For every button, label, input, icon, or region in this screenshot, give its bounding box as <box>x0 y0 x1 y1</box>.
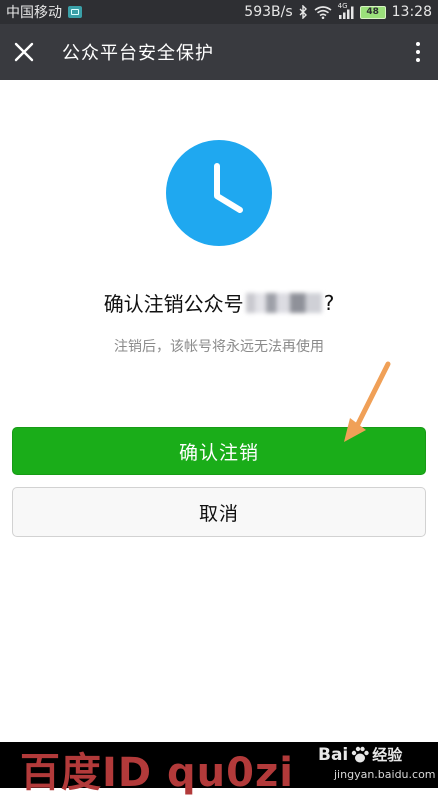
network-type: 4G <box>337 1 348 10</box>
watermark-text: 百度ID qu0zi <box>20 750 294 796</box>
close-button[interactable] <box>2 24 46 80</box>
clock-icon <box>166 140 272 246</box>
baidu-url-text: jingyan.baidu.com <box>334 768 436 781</box>
paw-icon <box>352 746 369 762</box>
carrier-name: 中国移动 <box>6 5 62 21</box>
headline-suffix: ? <box>323 290 335 315</box>
battery-icon: 48 <box>359 5 386 19</box>
bluetooth-icon <box>299 5 308 19</box>
network-speed: 593B/s <box>244 4 293 20</box>
cancel-button[interactable]: 取消 <box>12 487 426 537</box>
confirm-headline: 确认注销公众号 ? <box>0 288 438 317</box>
battery-level: 48 <box>366 7 379 17</box>
more-vertical-icon <box>416 42 420 62</box>
signal-icon: 4G <box>338 2 354 19</box>
close-icon <box>14 42 34 62</box>
warning-subtext: 注销后，该帐号将永远无法再使用 <box>114 339 324 355</box>
baidu-jingyan-logo: Bai 经验 <box>318 744 402 765</box>
redacted-account-name <box>245 292 322 313</box>
headline-prefix: 确认注销公众号 <box>103 292 244 316</box>
status-time: 13:28 <box>391 4 432 20</box>
arrow-annotation-icon <box>344 361 391 442</box>
jingyan-text: 经验 <box>372 746 403 764</box>
notification-icon <box>68 6 82 18</box>
page-title: 公众平台安全保护 <box>62 43 214 64</box>
status-bar: 中国移动 593B/s 4G 48 13:28 <box>0 0 438 24</box>
title-bar: 公众平台安全保护 <box>0 24 438 80</box>
wifi-icon <box>314 5 332 19</box>
status-left: 中国移动 <box>6 2 82 22</box>
baidu-logo-text: Bai <box>318 744 349 765</box>
status-right: 593B/s 4G 48 13:28 <box>244 2 432 21</box>
more-button[interactable] <box>398 24 438 80</box>
